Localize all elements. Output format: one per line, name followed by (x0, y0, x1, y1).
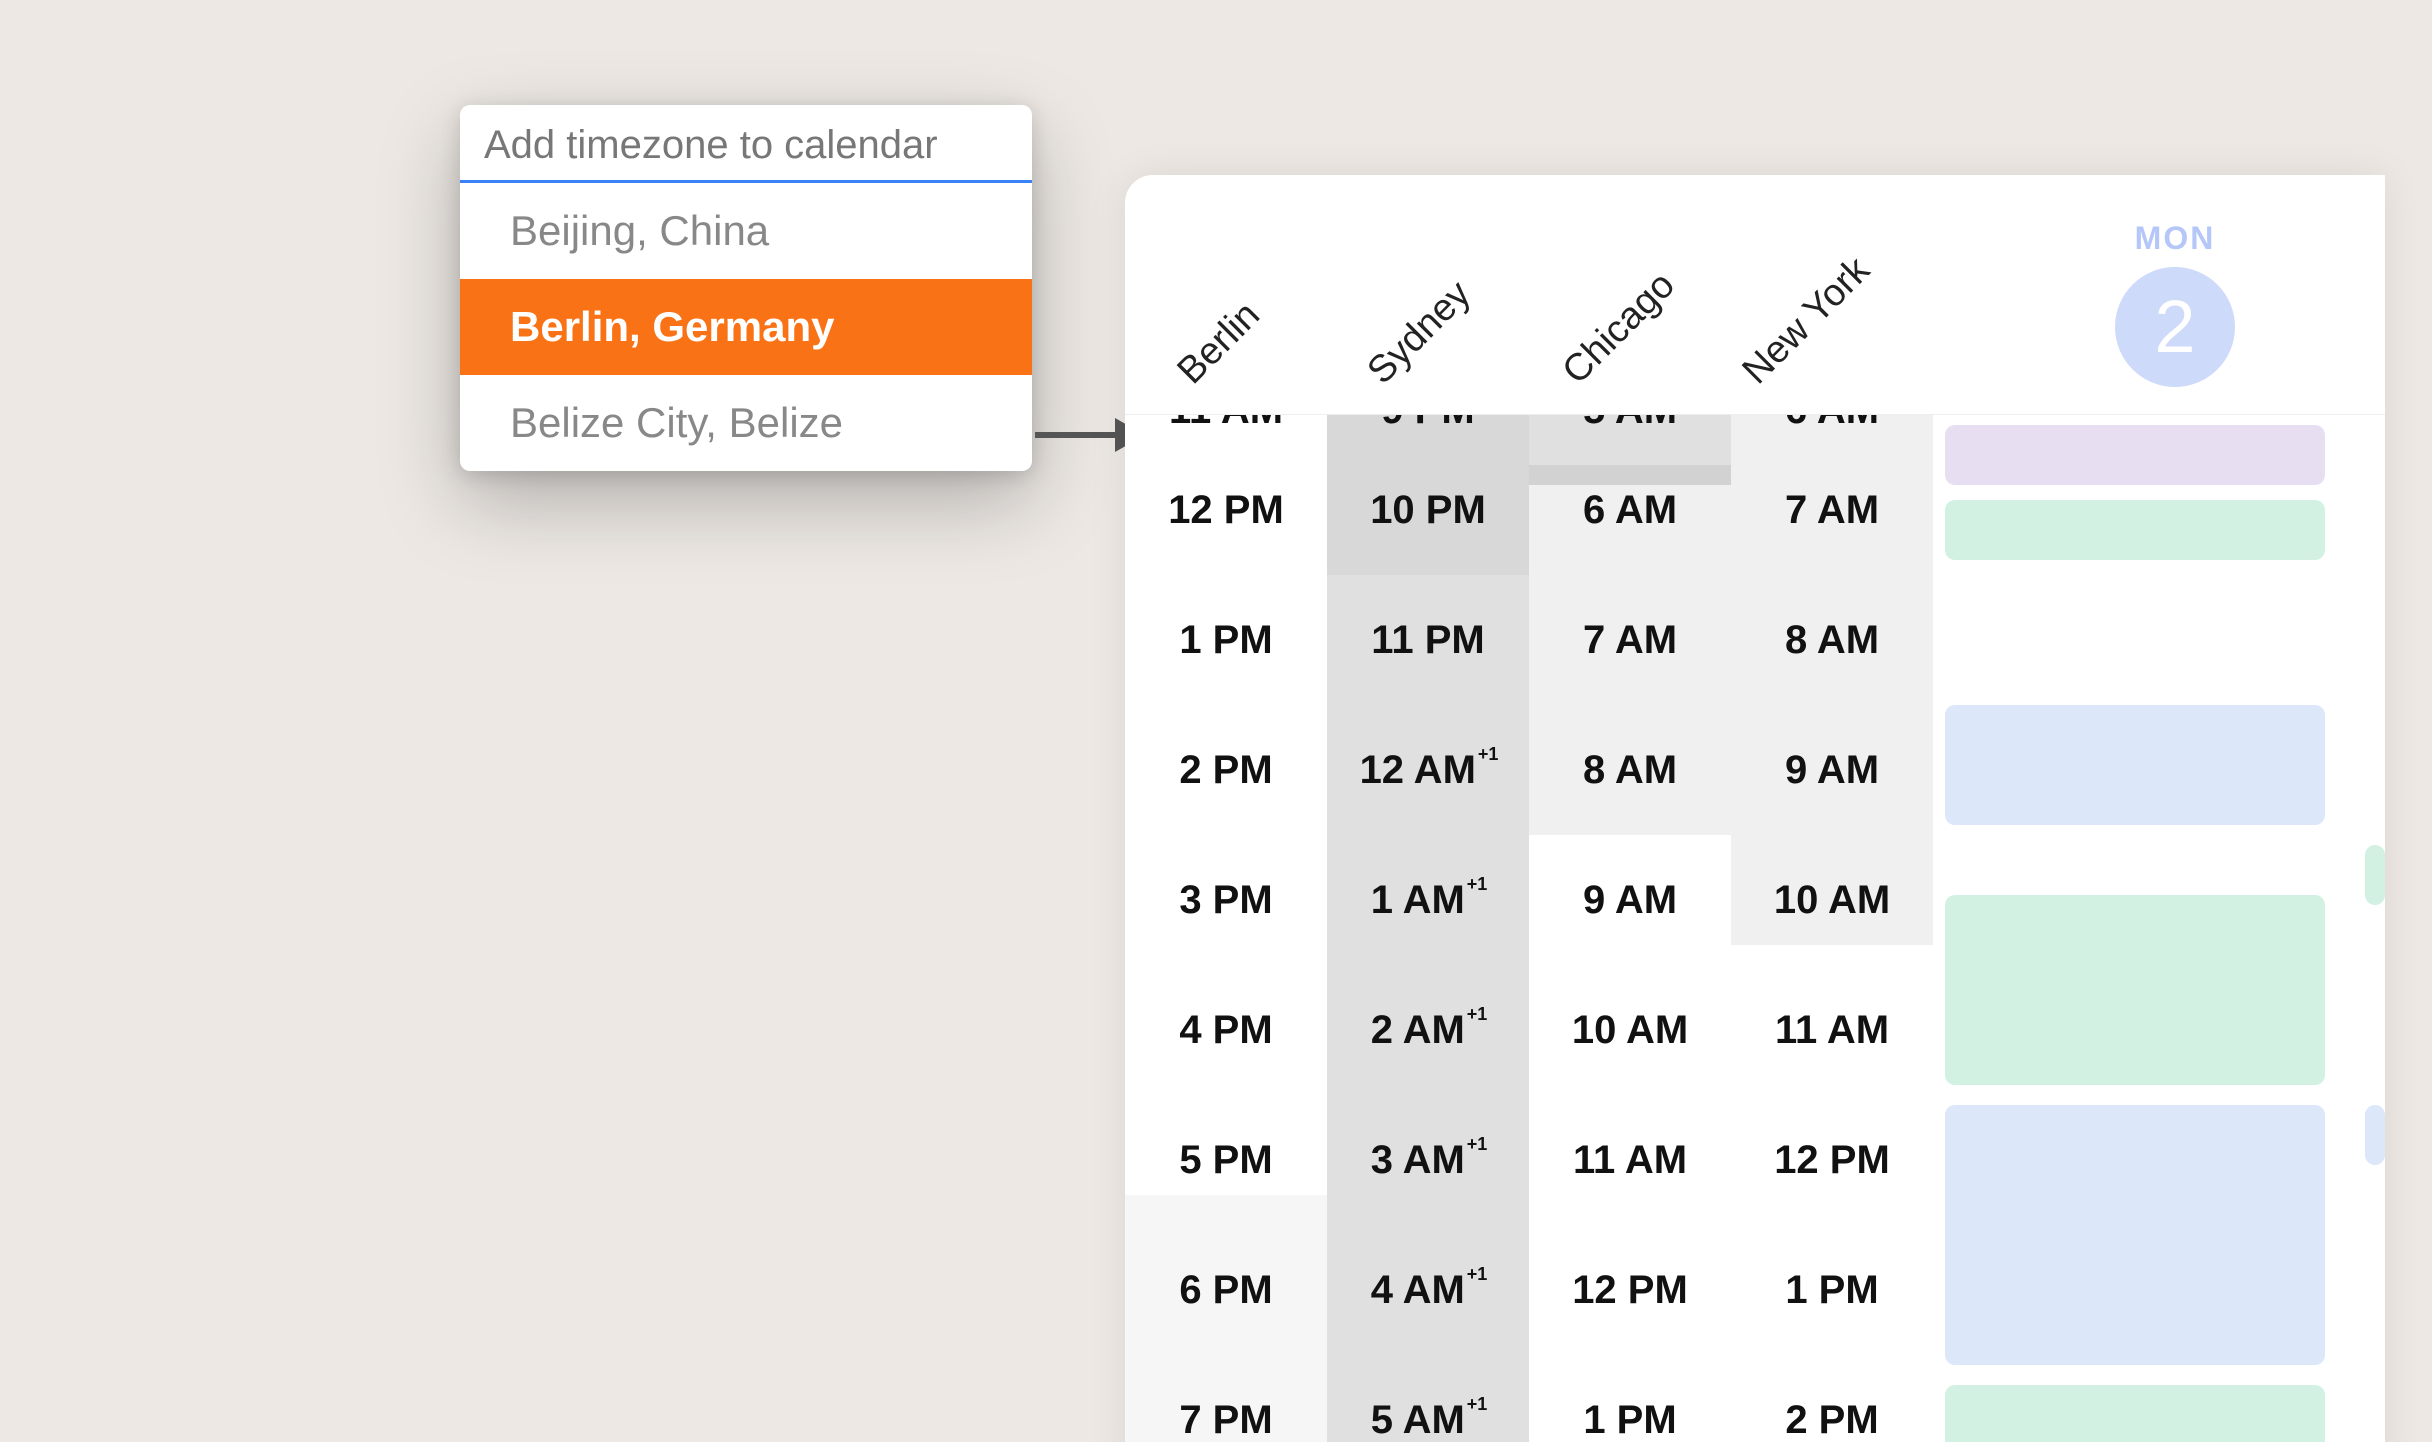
time-row: 1 PM11 PM7 AM8 AM (1125, 575, 2385, 705)
day-header: MON 2 (1965, 220, 2385, 387)
time-cell[interactable]: 1 PM (1125, 575, 1327, 705)
time-cell[interactable]: 10 AM (1731, 835, 1933, 965)
time-cell[interactable]: 7 AM (1529, 575, 1731, 705)
time-cell[interactable]: 9 AM (1731, 705, 1933, 835)
time-cell[interactable]: 6 AM (1529, 445, 1731, 575)
dropdown-item-belize[interactable]: Belize City, Belize (460, 375, 1032, 471)
time-cell[interactable]: 2 AM+1 (1327, 965, 1529, 1095)
time-cell[interactable]: 7 AM (1731, 445, 1933, 575)
tz-header-newyork[interactable]: New York (1735, 249, 1879, 393)
calendar-event[interactable] (1945, 425, 2325, 485)
day-number-badge[interactable]: 2 (2115, 267, 2235, 387)
time-cell[interactable]: 6 PM (1125, 1225, 1327, 1355)
timezone-headers: Berlin Sydney Chicago New York (1125, 175, 1945, 415)
calendar-event[interactable] (1945, 705, 2325, 825)
time-cell[interactable]: 1 AM+1 (1327, 835, 1529, 965)
time-cell[interactable]: 3 AM+1 (1327, 1095, 1529, 1225)
day-name: MON (1965, 220, 2385, 257)
timezone-search-wrap (460, 105, 1032, 183)
time-cell[interactable]: 1 PM (1731, 1225, 1933, 1355)
calendar-event[interactable] (1945, 895, 2325, 1085)
timezone-search-input[interactable] (484, 123, 1008, 168)
time-cell[interactable]: 12 AM+1 (1327, 705, 1529, 835)
calendar-event[interactable] (1945, 1105, 2325, 1365)
time-cell[interactable]: 11 AM (1529, 1095, 1731, 1225)
time-cell[interactable]: 3 PM (1125, 835, 1327, 965)
tz-header-berlin[interactable]: Berlin (1170, 294, 1269, 393)
time-cell[interactable]: 11 PM (1327, 575, 1529, 705)
calendar-event[interactable] (1945, 500, 2325, 560)
calendar-event[interactable] (2365, 845, 2385, 905)
calendar-panel: Berlin Sydney Chicago New York MON 2 11 … (1125, 175, 2385, 1442)
calendar-event[interactable] (1945, 1385, 2325, 1442)
tz-header-chicago[interactable]: Chicago (1555, 264, 1684, 393)
time-cell[interactable]: 5 PM (1125, 1095, 1327, 1225)
time-cell[interactable]: 10 PM (1327, 445, 1529, 575)
time-cell[interactable]: 7 PM (1125, 1355, 1327, 1442)
time-cell[interactable]: 5 AM+1 (1327, 1355, 1529, 1442)
time-cell[interactable]: 8 AM (1731, 575, 1933, 705)
time-cell[interactable]: 10 AM (1529, 965, 1731, 1095)
time-cell[interactable]: 2 PM (1731, 1355, 1933, 1442)
time-cell[interactable]: 2 PM (1125, 705, 1327, 835)
time-cell[interactable]: 1 PM (1529, 1355, 1731, 1442)
time-cell[interactable]: 9 AM (1529, 835, 1731, 965)
time-cell[interactable]: 12 PM (1731, 1095, 1933, 1225)
time-cell[interactable]: 12 PM (1125, 445, 1327, 575)
time-cell[interactable]: 4 AM+1 (1327, 1225, 1529, 1355)
time-cell[interactable]: 11 AM (1731, 965, 1933, 1095)
dropdown-item-berlin[interactable]: Berlin, Germany (460, 279, 1032, 375)
calendar-event[interactable] (2365, 1105, 2385, 1165)
timezone-dropdown[interactable]: Beijing, China Berlin, Germany Belize Ci… (460, 105, 1032, 471)
dropdown-item-beijing[interactable]: Beijing, China (460, 183, 1032, 279)
time-cell[interactable]: 4 PM (1125, 965, 1327, 1095)
time-cell[interactable]: 12 PM (1529, 1225, 1731, 1355)
time-cell[interactable]: 8 AM (1529, 705, 1731, 835)
tz-header-sydney[interactable]: Sydney (1360, 273, 1480, 393)
